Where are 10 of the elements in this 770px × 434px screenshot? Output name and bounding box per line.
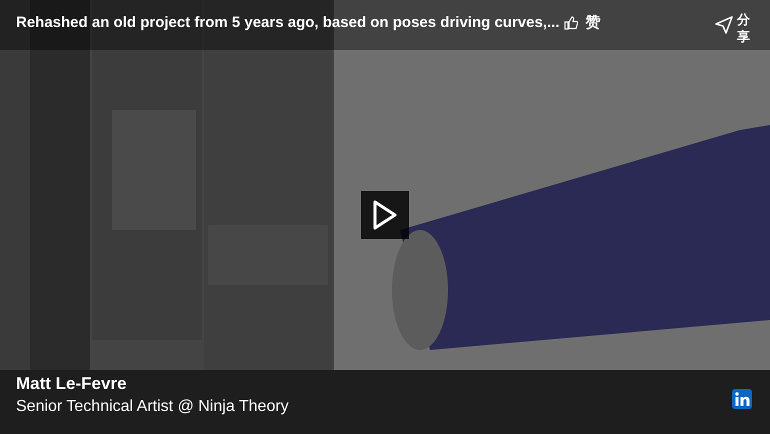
play-icon <box>372 200 398 230</box>
like-label[interactable]: 赞 <box>586 12 600 34</box>
linkedin-icon[interactable] <box>732 389 752 409</box>
author-name[interactable]: Matt Le-Fevre <box>16 373 289 395</box>
play-button[interactable] <box>361 191 409 239</box>
send-icon[interactable] <box>715 16 733 34</box>
video-title: Rehashed an old project from 5 years ago, based on poses driving curves,... <box>16 13 560 33</box>
thumbs-up-icon[interactable] <box>564 16 578 30</box>
author-headline: Senior Technical Artist @ Ninja Theory <box>16 397 289 417</box>
share-label[interactable]: 分享 <box>737 12 750 46</box>
